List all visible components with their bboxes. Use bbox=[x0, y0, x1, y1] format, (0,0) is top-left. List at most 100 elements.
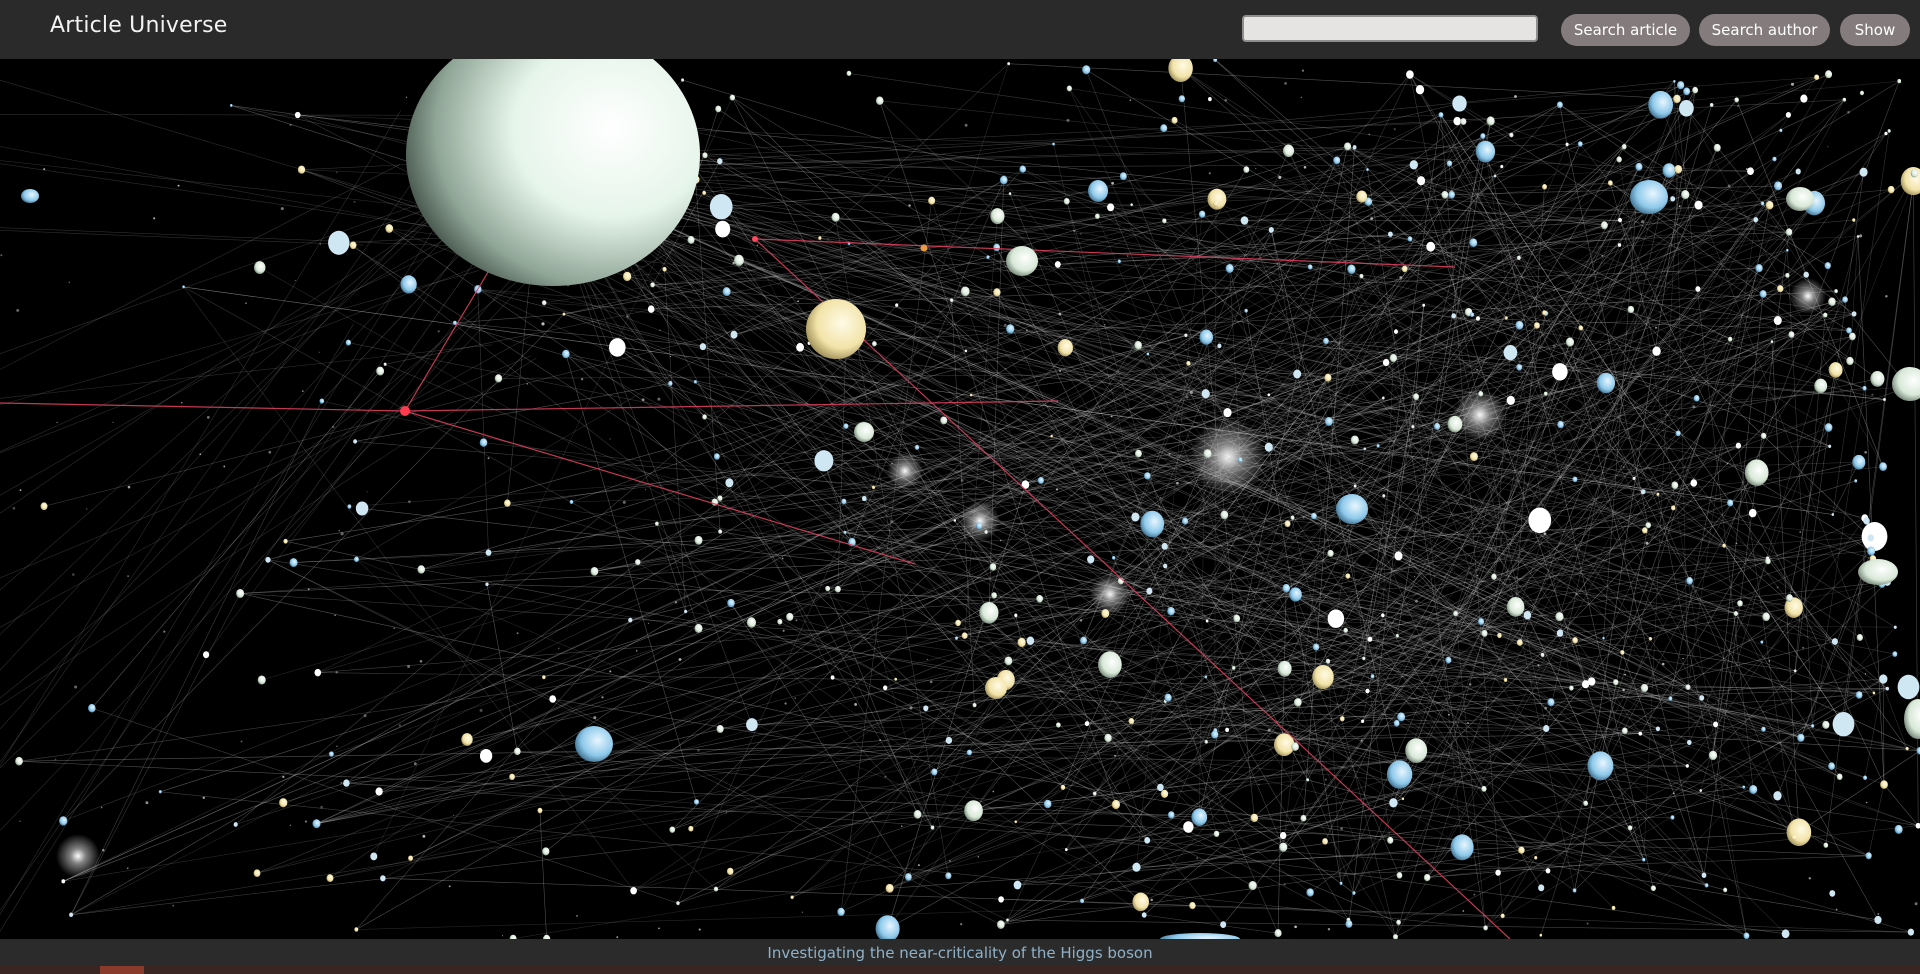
article-node[interactable] bbox=[1648, 90, 1673, 119]
article-node[interactable] bbox=[1607, 180, 1613, 186]
article-node[interactable] bbox=[1446, 160, 1453, 167]
article-node[interactable] bbox=[236, 588, 245, 599]
article-node[interactable] bbox=[1785, 272, 1790, 278]
article-node[interactable] bbox=[1322, 838, 1328, 845]
article-node[interactable] bbox=[513, 747, 521, 756]
article-node[interactable] bbox=[699, 343, 707, 351]
show-button[interactable]: Show bbox=[1840, 14, 1910, 46]
article-node[interactable] bbox=[1382, 358, 1390, 367]
article-node[interactable] bbox=[1534, 856, 1538, 860]
article-node[interactable] bbox=[1213, 830, 1220, 838]
article-node[interactable] bbox=[1777, 285, 1784, 293]
article-node[interactable] bbox=[504, 499, 511, 507]
article-node[interactable] bbox=[1396, 872, 1403, 879]
article-node[interactable] bbox=[1867, 546, 1876, 556]
article-node[interactable] bbox=[289, 558, 298, 568]
article-node[interactable] bbox=[1683, 87, 1691, 96]
article-planet[interactable] bbox=[1006, 246, 1038, 276]
article-node[interactable] bbox=[923, 705, 929, 712]
article-node[interactable] bbox=[1516, 255, 1521, 261]
article-node[interactable] bbox=[1572, 637, 1578, 644]
article-node[interactable] bbox=[972, 702, 977, 708]
article-node[interactable] bbox=[825, 585, 831, 592]
article-node[interactable] bbox=[1676, 81, 1685, 90]
article-node[interactable] bbox=[1701, 872, 1707, 878]
article-node[interactable] bbox=[1612, 679, 1619, 686]
article-node[interactable] bbox=[722, 287, 731, 297]
article-node[interactable] bbox=[1748, 508, 1757, 518]
article-node[interactable] bbox=[375, 787, 383, 796]
article-node[interactable] bbox=[1773, 316, 1782, 325]
article-node[interactable] bbox=[1279, 842, 1288, 852]
article-node[interactable] bbox=[1406, 70, 1414, 79]
article-node[interactable] bbox=[1013, 880, 1022, 890]
article-node[interactable] bbox=[945, 736, 953, 744]
article-node[interactable] bbox=[1781, 929, 1790, 939]
article-node[interactable] bbox=[1366, 168, 1369, 172]
article-planet[interactable] bbox=[1786, 187, 1814, 211]
article-node[interactable] bbox=[1668, 696, 1673, 701]
article-node[interactable] bbox=[1770, 340, 1774, 344]
article-node[interactable] bbox=[1542, 310, 1547, 316]
article-node[interactable] bbox=[1670, 196, 1676, 202]
article-node[interactable] bbox=[883, 685, 888, 691]
article-node[interactable] bbox=[1910, 169, 1919, 178]
article-node[interactable] bbox=[1733, 611, 1739, 617]
article-node[interactable] bbox=[954, 636, 958, 640]
article-node[interactable] bbox=[1343, 627, 1348, 633]
article-node[interactable] bbox=[1396, 919, 1401, 926]
article-node[interactable] bbox=[1401, 265, 1408, 273]
article-node[interactable] bbox=[1225, 264, 1234, 273]
article-node[interactable] bbox=[1098, 651, 1122, 678]
article-node[interactable] bbox=[1829, 890, 1836, 897]
article-node[interactable] bbox=[1828, 297, 1836, 307]
article-node[interactable] bbox=[1884, 131, 1888, 136]
article-node[interactable] bbox=[312, 819, 321, 829]
article-node[interactable] bbox=[1856, 235, 1860, 238]
article-node[interactable] bbox=[718, 529, 723, 534]
article-node[interactable] bbox=[1572, 476, 1578, 483]
article-node[interactable] bbox=[1250, 813, 1259, 823]
article-node[interactable] bbox=[1747, 167, 1754, 176]
article-node[interactable] bbox=[1759, 290, 1767, 298]
article-node[interactable] bbox=[1475, 140, 1496, 163]
article-node[interactable] bbox=[253, 869, 261, 878]
selected-article-node[interactable] bbox=[400, 406, 410, 416]
article-node[interactable] bbox=[1516, 639, 1523, 646]
article-node[interactable] bbox=[182, 285, 185, 289]
article-node[interactable] bbox=[846, 70, 852, 77]
article-node[interactable] bbox=[1504, 316, 1508, 320]
article-node[interactable] bbox=[1852, 218, 1856, 222]
article-node[interactable] bbox=[1307, 264, 1313, 270]
article-node[interactable] bbox=[1785, 112, 1791, 118]
article-node[interactable] bbox=[1004, 656, 1013, 666]
article-planet[interactable] bbox=[1858, 559, 1898, 585]
article-node[interactable] bbox=[1157, 783, 1164, 792]
article-node[interactable] bbox=[1539, 933, 1543, 937]
article-node[interactable] bbox=[1565, 337, 1574, 347]
article-node[interactable] bbox=[1167, 607, 1175, 616]
article-node[interactable] bbox=[1243, 166, 1250, 173]
article-node[interactable] bbox=[998, 896, 1004, 903]
article-node[interactable] bbox=[1907, 928, 1915, 936]
article-node[interactable] bbox=[1171, 116, 1178, 124]
article-node[interactable] bbox=[1704, 883, 1709, 888]
article-node[interactable] bbox=[349, 241, 357, 250]
article-node[interactable] bbox=[1405, 738, 1428, 763]
article-node[interactable] bbox=[1685, 764, 1689, 768]
article-node[interactable] bbox=[1140, 510, 1165, 538]
article-node[interactable] bbox=[1054, 261, 1061, 268]
article-node[interactable] bbox=[953, 519, 957, 522]
article-node[interactable] bbox=[400, 275, 417, 294]
article-node[interactable] bbox=[1503, 344, 1518, 361]
article-node[interactable] bbox=[1389, 354, 1397, 363]
article-node[interactable] bbox=[1395, 634, 1399, 638]
article-node[interactable] bbox=[1761, 726, 1766, 732]
article-node[interactable] bbox=[1674, 165, 1683, 174]
article-node[interactable] bbox=[1111, 556, 1116, 560]
article-node[interactable] bbox=[1618, 217, 1622, 223]
article-node[interactable] bbox=[1685, 684, 1691, 691]
article-node[interactable] bbox=[1785, 228, 1793, 236]
article-node[interactable] bbox=[1264, 442, 1273, 452]
article-node[interactable] bbox=[993, 288, 1001, 297]
